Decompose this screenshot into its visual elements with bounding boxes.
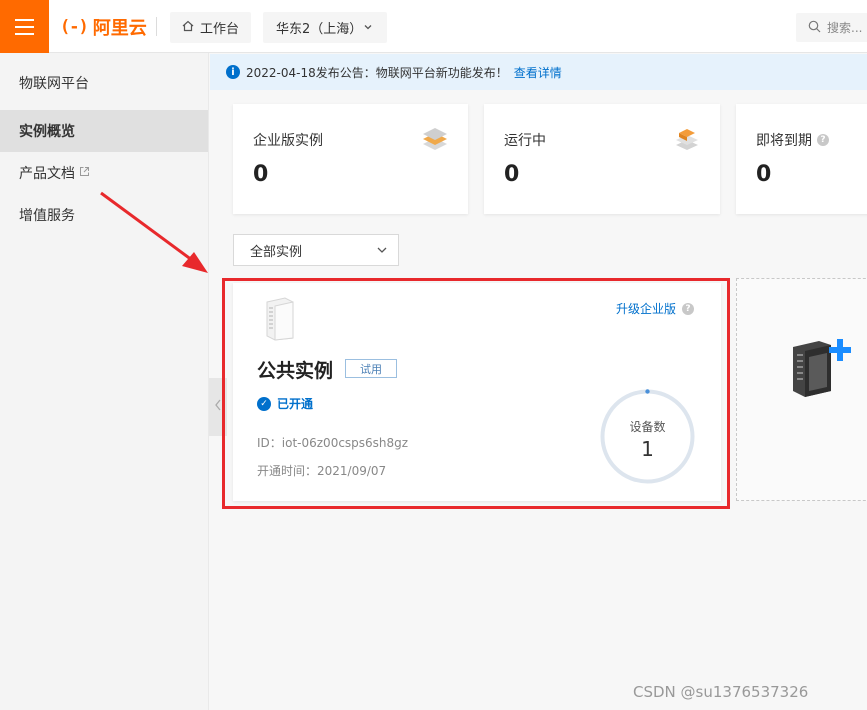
workspace-button[interactable]: 工作台 [170,12,251,43]
sidebar: 物联网平台 实例概览 产品文档 增值服务 [0,53,209,710]
external-link-icon [79,165,90,181]
help-icon[interactable]: ? [817,134,829,146]
logo-mark: (-) [60,17,89,37]
top-navbar: (-) 阿里云 工作台 华东2（上海） 搜索... [0,0,867,53]
search-placeholder: 搜索... [827,21,863,35]
search-icon [808,20,821,36]
stat-card-enterprise: 企业版实例 0 [233,104,468,214]
chevron-down-icon [376,244,388,260]
sidebar-item-label: 实例概览 [19,124,75,140]
watermark: CSDN @su1376537326 [633,683,809,701]
hamburger-menu-button[interactable] [0,0,49,53]
info-icon: i [226,65,240,79]
sidebar-item-value-added[interactable]: 增值服务 [0,194,208,236]
divider [156,17,157,36]
sidebar-title: 物联网平台 [19,76,89,92]
stat-value: 0 [756,162,772,187]
logo-text: 阿里云 [92,18,147,39]
stat-card-expiring: 即将到期? 0 [736,104,867,214]
filter-selected-value: 全部实例 [250,244,303,260]
stat-card-running: 运行中 0 [484,104,720,214]
home-icon [182,20,194,36]
add-instance-card[interactable] [736,278,867,501]
region-selector[interactable]: 华东2（上海） [263,12,387,43]
aliyun-logo[interactable]: (-) 阿里云 [60,15,147,39]
workspace-label: 工作台 [200,22,240,37]
sidebar-item-product-docs[interactable]: 产品文档 [0,152,208,194]
sidebar-item-instance-overview[interactable]: 实例概览 [0,110,208,152]
stat-value: 0 [504,162,520,187]
announcement-details-link[interactable]: 查看详情 [514,64,562,81]
instance-filter-select[interactable]: 全部实例 [233,234,399,266]
stat-label: 运行中 [504,133,546,149]
announcement-banner: i 2022-04-18发布公告：物联网平台新功能发布！ 查看详情 [210,54,867,90]
stat-label: 企业版实例 [253,133,323,149]
stat-label: 即将到期 [756,133,812,149]
stat-value: 0 [253,162,269,187]
search-box[interactable]: 搜索... [796,13,867,42]
chevron-down-icon [363,21,373,36]
layers-icon [420,124,450,158]
sidebar-item-label: 产品文档 [19,166,75,182]
highlight-box [222,278,730,509]
region-label: 华东2（上海） [276,22,363,37]
announcement-text: 2022-04-18发布公告：物联网平台新功能发布！ [246,65,508,80]
sidebar-item-label: 增值服务 [19,208,75,224]
stack-icon [672,124,702,158]
add-server-icon [789,333,859,403]
chevron-left-icon [214,399,222,415]
